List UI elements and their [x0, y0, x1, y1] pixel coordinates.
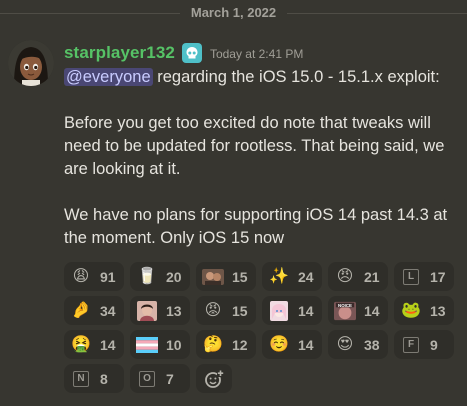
reaction-count: 10	[166, 336, 182, 353]
reaction-count: 9	[430, 336, 438, 353]
reaction-count: 38	[364, 336, 380, 353]
message-paragraph-3: We have no plans for supporting iOS 14 p…	[64, 206, 448, 247]
reaction-count: 15	[232, 268, 248, 285]
avatar-image	[8, 40, 54, 86]
reaction-count: 24	[298, 268, 314, 285]
reaction-weary-face[interactable]: 😩 91	[64, 262, 124, 291]
letter-f-icon: F	[400, 335, 422, 355]
reaction-count: 14	[364, 302, 380, 319]
reaction-count: 21	[364, 268, 380, 285]
message-timestamp[interactable]: Today at 2:41 PM	[210, 47, 303, 61]
reaction-custom-anime[interactable]: 14	[262, 296, 322, 325]
sparkles-icon: ✨	[269, 267, 289, 285]
reaction-count: 12	[232, 336, 248, 353]
vomiting-face-icon: 🤮	[71, 335, 91, 353]
custom-noice-emoji-icon: NOICE	[334, 301, 356, 321]
message-content: @everyone regarding the iOS 15.0 - 15.1.…	[64, 66, 460, 250]
add-reaction-button[interactable]	[196, 364, 232, 393]
pinched-fingers-icon: 🤌	[71, 301, 91, 319]
reactions-row-2: 🤌 34 13 😡 15 14 NOICE 14 🐸 13	[64, 296, 464, 325]
reactions-row-4: N 8 O 7	[64, 364, 464, 393]
reaction-red-face[interactable]: 😡 15	[196, 296, 256, 325]
reactions-bar: 😩 91 🥛 20 15 ✨ 24 😠 21 L 17 🤌 34 13 😡 15…	[64, 262, 464, 398]
reaction-count: 17	[430, 268, 446, 285]
message-line-1-text: regarding the iOS 15.0 - 15.1.x exploit:	[152, 68, 440, 86]
red-face-icon: 😡	[204, 301, 222, 319]
reaction-custom-photo[interactable]: 15	[196, 262, 256, 291]
weary-face-icon: 😩	[72, 267, 90, 285]
angry-horns-icon: 😠	[336, 267, 354, 285]
message-paragraph-2: Before you get too excited do note that …	[64, 114, 445, 178]
skull-icon	[181, 43, 202, 63]
add-reaction-icon	[205, 369, 224, 388]
reaction-count: 14	[298, 302, 314, 319]
reaction-milk-glass[interactable]: 🥛 20	[130, 262, 190, 291]
reaction-sparkles[interactable]: ✨ 24	[262, 262, 322, 291]
reactions-row-3: 🤮 14 10 🤔 12 ☺️ 14 😍 38 F 9	[64, 330, 464, 359]
milk-glass-icon: 🥛	[137, 267, 157, 285]
reaction-count: 14	[100, 336, 116, 353]
letter-o-box: O	[139, 370, 155, 387]
reaction-angry-horns[interactable]: 😠 21	[328, 262, 388, 291]
reaction-heart-eyes[interactable]: 😍 38	[328, 330, 388, 359]
avatar[interactable]	[8, 40, 54, 86]
letter-o-icon: O	[136, 369, 158, 389]
message-header: starplayer132 Today at 2:41 PM	[64, 42, 303, 64]
username[interactable]: starplayer132	[64, 43, 175, 63]
reaction-count: 91	[100, 268, 116, 285]
reaction-count: 14	[298, 336, 314, 353]
reaction-count: 20	[166, 268, 182, 285]
letter-n-box: N	[73, 370, 89, 387]
frog-icon: 🐸	[401, 301, 421, 319]
noice-label: NOICE	[338, 302, 352, 307]
custom-anime-emoji-icon	[268, 300, 290, 321]
reaction-count: 13	[430, 302, 446, 319]
reaction-count: 8	[100, 370, 108, 387]
reaction-letter-o[interactable]: O 7	[130, 364, 190, 393]
custom-person-emoji-icon	[136, 300, 158, 321]
letter-f-box: F	[403, 336, 419, 353]
reaction-vomiting-face[interactable]: 🤮 14	[64, 330, 124, 359]
trans-flag-icon	[136, 335, 158, 355]
reaction-custom-thinking[interactable]: 🤔 12	[196, 330, 256, 359]
reaction-custom-person[interactable]: 13	[130, 296, 190, 325]
reaction-count: 13	[166, 302, 182, 319]
reactions-row-1: 😩 91 🥛 20 15 ✨ 24 😠 21 L 17	[64, 262, 464, 291]
everyone-mention[interactable]: @everyone	[64, 68, 153, 86]
reaction-custom-noice[interactable]: NOICE 14	[328, 296, 388, 325]
date-divider: March 1, 2022	[0, 4, 467, 22]
reaction-letter-f[interactable]: F 9	[394, 330, 454, 359]
heart-eyes-icon: 😍	[336, 335, 354, 353]
message-line-1: @everyone regarding the iOS 15.0 - 15.1.…	[64, 66, 460, 89]
custom-photo-emoji-icon	[202, 267, 224, 287]
reaction-letter-n[interactable]: N 8	[64, 364, 124, 393]
reaction-pinched-fingers[interactable]: 🤌 34	[64, 296, 124, 325]
smiling-face-icon: ☺️	[269, 335, 289, 353]
letter-n-icon: N	[70, 369, 92, 389]
divider-line-right	[287, 13, 467, 14]
letter-l-icon: L	[400, 267, 422, 287]
reaction-smiling-face[interactable]: ☺️ 14	[262, 330, 322, 359]
custom-thinking-emoji-icon: 🤔	[203, 335, 223, 353]
reaction-trans-flag[interactable]: 10	[130, 330, 190, 359]
reaction-count: 15	[232, 302, 248, 319]
message-view: March 1, 2022 starplayer132 Today at 2:4…	[0, 0, 467, 406]
reaction-frog[interactable]: 🐸 13	[394, 296, 454, 325]
reaction-count: 34	[100, 302, 116, 319]
reaction-count: 7	[166, 370, 174, 387]
letter-l-box: L	[403, 268, 419, 285]
reaction-letter-l[interactable]: L 17	[394, 262, 454, 291]
